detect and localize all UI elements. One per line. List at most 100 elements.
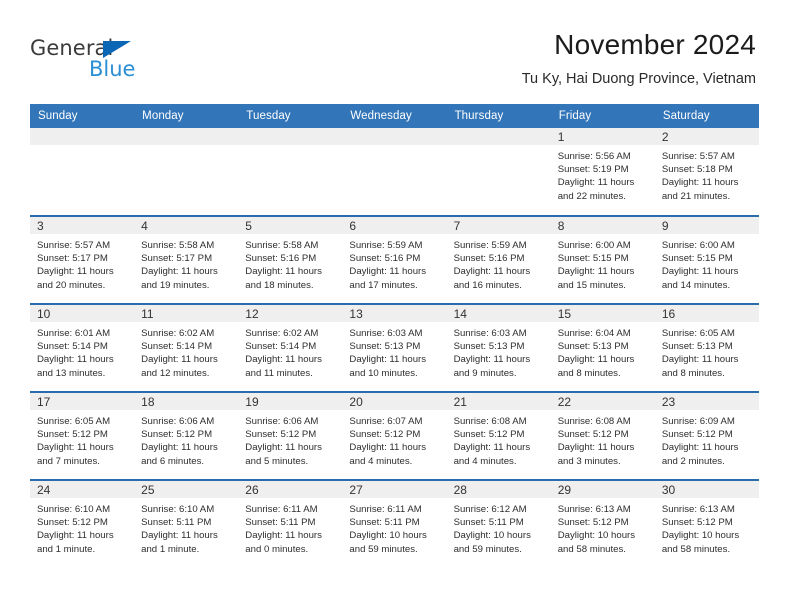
- daylight-text-line1: Daylight: 11 hours: [141, 442, 218, 454]
- day-details: [447, 145, 551, 150]
- calendar-day-cell[interactable]: 13 Sunrise: 6:03 AM Sunset: 5:13 PM Dayl…: [342, 303, 447, 392]
- calendar-week-row: 17 Sunrise: 6:05 AM Sunset: 5:12 PM Dayl…: [30, 391, 759, 480]
- calendar-page: General Blue November 2024 Tu Ky, Hai Du…: [0, 0, 792, 612]
- sunrise-text: Sunrise: 6:10 AM: [37, 504, 111, 515]
- calendar-day-cell[interactable]: [342, 128, 447, 216]
- sunrise-text: Sunrise: 6:09 AM: [661, 416, 735, 427]
- daylight-text-line1: Daylight: 11 hours: [453, 266, 531, 278]
- day-details: Sunrise: 5:59 AM Sunset: 5:16 PM Dayligh…: [342, 234, 446, 292]
- calendar-day-cell[interactable]: 11 Sunrise: 6:02 AM Sunset: 5:14 PM Dayl…: [134, 303, 239, 392]
- sunset-text: Sunset: 5:13 PM: [453, 341, 525, 353]
- daylight-text-line2: and 3 minutes.: [557, 455, 621, 467]
- day-details: Sunrise: 5:58 AM Sunset: 5:17 PM Dayligh…: [134, 234, 238, 292]
- calendar-day-cell[interactable]: 10 Sunrise: 6:01 AM Sunset: 5:14 PM Dayl…: [30, 303, 135, 392]
- daylight-text-line1: Daylight: 11 hours: [141, 354, 218, 366]
- calendar-day-cell[interactable]: 20 Sunrise: 6:07 AM Sunset: 5:12 PM Dayl…: [342, 391, 447, 480]
- sunrise-text: Sunrise: 6:03 AM: [349, 328, 423, 339]
- calendar-day-cell[interactable]: 16 Sunrise: 6:05 AM Sunset: 5:13 PM Dayl…: [654, 303, 759, 392]
- day-details: Sunrise: 5:59 AM Sunset: 5:16 PM Dayligh…: [447, 234, 551, 292]
- sunrise-text: Sunrise: 6:01 AM: [37, 328, 111, 339]
- day-details: Sunrise: 6:10 AM Sunset: 5:12 PM Dayligh…: [30, 498, 134, 556]
- calendar-day-cell[interactable]: [30, 128, 135, 216]
- sunset-text: Sunset: 5:13 PM: [661, 341, 733, 353]
- day-details: Sunrise: 6:05 AM Sunset: 5:12 PM Dayligh…: [30, 410, 134, 468]
- weekday-header-monday: Monday: [134, 104, 239, 128]
- day-number: 26: [238, 481, 343, 498]
- calendar-day-cell[interactable]: 8 Sunrise: 6:00 AM Sunset: 5:15 PM Dayli…: [550, 215, 655, 304]
- day-details: Sunrise: 6:08 AM Sunset: 5:12 PM Dayligh…: [447, 410, 551, 468]
- daylight-text-line1: Daylight: 11 hours: [245, 354, 322, 366]
- calendar-day-cell[interactable]: 24 Sunrise: 6:10 AM Sunset: 5:12 PM Dayl…: [30, 479, 135, 568]
- calendar-day-cell[interactable]: 21 Sunrise: 6:08 AM Sunset: 5:12 PM Dayl…: [446, 391, 551, 480]
- daylight-text-line2: and 2 minutes.: [661, 455, 725, 467]
- daylight-text-line1: Daylight: 11 hours: [349, 266, 427, 278]
- calendar-day-cell[interactable]: 25 Sunrise: 6:10 AM Sunset: 5:11 PM Dayl…: [134, 479, 239, 568]
- daylight-text-line1: Daylight: 11 hours: [661, 177, 739, 189]
- calendar-day-cell[interactable]: 9 Sunrise: 6:00 AM Sunset: 5:15 PM Dayli…: [654, 215, 759, 304]
- daylight-text-line2: and 16 minutes.: [453, 279, 522, 291]
- calendar-day-cell[interactable]: 27 Sunrise: 6:11 AM Sunset: 5:11 PM Dayl…: [342, 479, 447, 568]
- calendar-day-cell[interactable]: 29 Sunrise: 6:13 AM Sunset: 5:12 PM Dayl…: [550, 479, 655, 568]
- sunrise-text: Sunrise: 6:00 AM: [557, 240, 631, 251]
- day-details: Sunrise: 6:10 AM Sunset: 5:11 PM Dayligh…: [134, 498, 238, 556]
- day-number: 6: [342, 217, 447, 234]
- page-header: General Blue November 2024 Tu Ky, Hai Du…: [0, 0, 792, 104]
- daylight-text-line1: Daylight: 11 hours: [141, 530, 218, 542]
- calendar-day-cell[interactable]: 22 Sunrise: 6:08 AM Sunset: 5:12 PM Dayl…: [550, 391, 655, 480]
- calendar-day-cell[interactable]: [238, 128, 343, 216]
- day-number: 21: [446, 393, 551, 410]
- calendar-day-cell[interactable]: 30 Sunrise: 6:13 AM Sunset: 5:12 PM Dayl…: [654, 479, 759, 568]
- calendar-day-cell[interactable]: 14 Sunrise: 6:03 AM Sunset: 5:13 PM Dayl…: [446, 303, 551, 392]
- calendar-day-cell[interactable]: 17 Sunrise: 6:05 AM Sunset: 5:12 PM Dayl…: [30, 391, 135, 480]
- sunrise-text: Sunrise: 5:57 AM: [37, 240, 111, 251]
- calendar-week-row: 1 Sunrise: 5:56 AM Sunset: 5:19 PM Dayli…: [30, 128, 759, 216]
- calendar-day-cell[interactable]: 26 Sunrise: 6:11 AM Sunset: 5:11 PM Dayl…: [238, 479, 343, 568]
- daylight-text-line1: Daylight: 11 hours: [453, 354, 531, 366]
- sunset-text: Sunset: 5:16 PM: [349, 253, 421, 265]
- day-details: Sunrise: 6:12 AM Sunset: 5:11 PM Dayligh…: [447, 498, 551, 556]
- daylight-text-line2: and 4 minutes.: [453, 455, 517, 467]
- calendar-day-cell[interactable]: [134, 128, 239, 216]
- calendar-day-cell[interactable]: 3 Sunrise: 5:57 AM Sunset: 5:17 PM Dayli…: [30, 215, 135, 304]
- general-blue-logo[interactable]: General Blue: [30, 36, 250, 90]
- sunset-text: Sunset: 5:12 PM: [453, 429, 525, 441]
- calendar-day-cell[interactable]: 6 Sunrise: 5:59 AM Sunset: 5:16 PM Dayli…: [342, 215, 447, 304]
- calendar-day-cell[interactable]: 7 Sunrise: 5:59 AM Sunset: 5:16 PM Dayli…: [446, 215, 551, 304]
- daylight-text-line1: Daylight: 11 hours: [37, 530, 114, 542]
- daylight-text-line1: Daylight: 10 hours: [557, 530, 636, 542]
- weekday-header-tuesday: Tuesday: [238, 104, 343, 128]
- calendar-day-cell[interactable]: 23 Sunrise: 6:09 AM Sunset: 5:12 PM Dayl…: [654, 391, 759, 480]
- calendar-day-cell[interactable]: 4 Sunrise: 5:58 AM Sunset: 5:17 PM Dayli…: [134, 215, 239, 304]
- day-number: 19: [238, 393, 343, 410]
- calendar-day-cell[interactable]: 18 Sunrise: 6:06 AM Sunset: 5:12 PM Dayl…: [134, 391, 239, 480]
- sunrise-text: Sunrise: 5:59 AM: [349, 240, 423, 251]
- day-details: Sunrise: 6:02 AM Sunset: 5:14 PM Dayligh…: [238, 322, 342, 380]
- sunrise-text: Sunrise: 6:00 AM: [661, 240, 735, 251]
- day-details: Sunrise: 6:13 AM Sunset: 5:12 PM Dayligh…: [551, 498, 655, 556]
- day-details: [134, 145, 238, 150]
- sunset-text: Sunset: 5:12 PM: [661, 517, 733, 529]
- calendar-week-row: 10 Sunrise: 6:01 AM Sunset: 5:14 PM Dayl…: [30, 303, 759, 392]
- daylight-text-line1: Daylight: 11 hours: [557, 177, 635, 189]
- daylight-text-line2: and 18 minutes.: [245, 279, 314, 291]
- daylight-text-line2: and 21 minutes.: [661, 190, 731, 202]
- weekday-header-wednesday: Wednesday: [342, 104, 447, 128]
- sunrise-text: Sunrise: 5:56 AM: [557, 151, 631, 162]
- calendar-day-cell[interactable]: 15 Sunrise: 6:04 AM Sunset: 5:13 PM Dayl…: [550, 303, 655, 392]
- page-title: November 2024: [554, 29, 756, 60]
- day-details: Sunrise: 6:05 AM Sunset: 5:13 PM Dayligh…: [655, 322, 759, 380]
- calendar-day-cell[interactable]: 28 Sunrise: 6:12 AM Sunset: 5:11 PM Dayl…: [446, 479, 551, 568]
- day-number: 25: [134, 481, 239, 498]
- calendar-day-cell[interactable]: 2 Sunrise: 5:57 AM Sunset: 5:18 PM Dayli…: [654, 128, 759, 216]
- calendar-day-cell[interactable]: 19 Sunrise: 6:06 AM Sunset: 5:12 PM Dayl…: [238, 391, 343, 480]
- calendar-day-cell[interactable]: 1 Sunrise: 5:56 AM Sunset: 5:19 PM Dayli…: [550, 128, 655, 216]
- day-number: 28: [446, 481, 551, 498]
- logo-text-blue: Blue: [89, 57, 136, 81]
- calendar-day-cell[interactable]: 12 Sunrise: 6:02 AM Sunset: 5:14 PM Dayl…: [238, 303, 343, 392]
- calendar-week-row: 24 Sunrise: 6:10 AM Sunset: 5:12 PM Dayl…: [30, 479, 759, 568]
- calendar-day-cell[interactable]: 5 Sunrise: 5:58 AM Sunset: 5:16 PM Dayli…: [238, 215, 343, 304]
- calendar-day-cell[interactable]: [446, 128, 551, 216]
- sunrise-text: Sunrise: 6:10 AM: [141, 504, 215, 515]
- day-number: [342, 128, 447, 145]
- sunset-text: Sunset: 5:11 PM: [141, 517, 212, 529]
